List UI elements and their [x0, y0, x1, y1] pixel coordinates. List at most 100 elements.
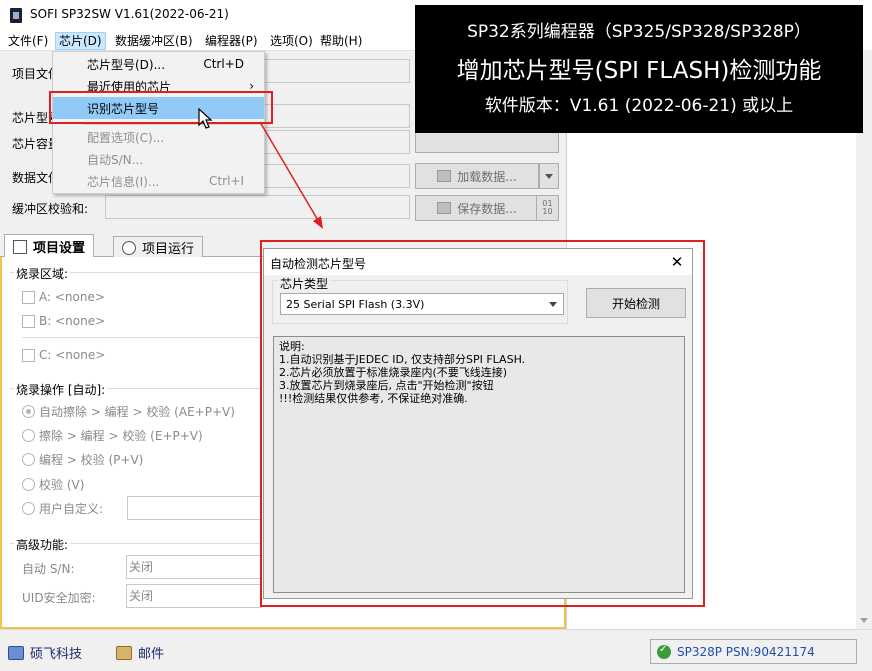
burn-op-auto-label: 自动擦除 > 编程 > 校验 (AE+P+V)	[39, 405, 235, 419]
menu-item-chip-model[interactable]: 芯片型号(D)... Ctrl+D	[53, 53, 264, 75]
description-line: 2.芯片必须放置于标准烧录座内(不要飞线连接)	[279, 366, 508, 379]
menu-chip[interactable]: 芯片(D)	[55, 32, 106, 50]
close-icon[interactable]: ✕	[666, 251, 688, 273]
banner-line-2: 增加芯片型号(SPI FLASH)检测功能	[456, 58, 822, 84]
description-line: 3.放置芯片到烧录座后, 点击"开始检测"按钮	[279, 379, 494, 392]
load-data-dropdown[interactable]	[539, 163, 559, 189]
chip-type-label: 芯片类型	[278, 275, 331, 292]
burn-area-c-label: C: <none>	[39, 348, 106, 362]
folder-icon	[437, 170, 452, 182]
menu-separator	[83, 124, 263, 125]
connected-icon	[657, 644, 671, 659]
status-bar: 硕飞科技 邮件 SP328P PSN:90421174	[0, 629, 872, 671]
burn-op-auto[interactable]: 自动擦除 > 编程 > 校验 (AE+P+V)	[22, 403, 235, 420]
tab-project-run-label: 项目运行	[142, 242, 195, 257]
menu-item-auto-sn-label: 自动S/N...	[87, 152, 144, 167]
menu-item-config-options-label: 配置选项(C)...	[87, 130, 165, 145]
burn-area-b-label: B: <none>	[39, 314, 106, 328]
burn-area-title: 烧录区域:	[14, 265, 71, 282]
banner-line-1: SP32系列编程器（SP325/SP328/SP328P）	[467, 22, 811, 42]
dialog-title: 自动检测芯片型号	[270, 257, 367, 271]
chip-type-value: 25 Serial SPI Flash (3.3V)	[286, 297, 425, 311]
run-icon	[122, 240, 136, 255]
tab-project-run[interactable]: 项目运行	[113, 236, 204, 258]
checkbox[interactable]	[22, 314, 35, 328]
checkbox[interactable]	[22, 348, 35, 362]
dialog-titlebar: 自动检测芯片型号 ✕	[264, 249, 692, 275]
burn-op-v[interactable]: 校验 (V)	[22, 476, 84, 493]
burn-op-v-label: 校验 (V)	[39, 478, 85, 492]
chip-type-select[interactable]: 25 Serial SPI Flash (3.3V)	[280, 293, 564, 315]
uid-encrypt-field[interactable]: 关闭	[126, 584, 262, 608]
auto-sn-field[interactable]: 关闭	[126, 555, 262, 579]
menu-item-config-options[interactable]: 配置选项(C)...	[53, 126, 264, 148]
start-detect-button[interactable]: 开始检测	[586, 288, 686, 318]
menu-item-chip-info[interactable]: 芯片信息(I)... Ctrl+I	[53, 170, 264, 192]
burn-area-c[interactable]: C: <none>	[22, 348, 105, 362]
settings-icon	[13, 239, 27, 254]
burn-op-custom[interactable]: 用户自定义:	[22, 500, 103, 517]
chevron-down-icon	[549, 302, 557, 307]
auto-detect-dialog: 自动检测芯片型号 ✕ 芯片类型 25 Serial SPI Flash (3.3…	[263, 248, 693, 599]
radio-button[interactable]	[22, 429, 35, 442]
description-line: 1.自动识别基于JEDEC ID, 仅支持部分SPI FLASH.	[279, 353, 526, 366]
annotation-frame-menu	[49, 91, 273, 124]
menu-buffer[interactable]: 数据缓冲区(B)	[112, 32, 196, 50]
burn-area-b[interactable]: B: <none>	[22, 314, 105, 328]
load-data-button[interactable]: 加载数据...	[415, 163, 539, 189]
checkbox[interactable]	[22, 290, 35, 304]
company-link[interactable]: 硕飞科技	[8, 643, 82, 662]
custom-op-field[interactable]	[127, 496, 262, 520]
save-data-button[interactable]: 保存数据...	[415, 195, 539, 221]
hex-view-button[interactable]: 01 10	[536, 195, 559, 221]
advanced-title: 高级功能:	[14, 536, 71, 553]
save-icon	[437, 202, 452, 214]
company-link-label: 硕飞科技	[30, 647, 83, 662]
tab-project-settings[interactable]: 项目设置	[4, 234, 95, 258]
menu-options[interactable]: 选项(O)	[267, 32, 316, 50]
buffer-checksum-field	[105, 195, 410, 219]
uid-encrypt-label: UID安全加密:	[22, 591, 96, 605]
menu-item-auto-sn[interactable]: 自动S/N...	[53, 148, 264, 170]
announcement-banner: SP32系列编程器（SP325/SP328/SP328P） 增加芯片型号(SPI…	[415, 5, 863, 133]
menu-help[interactable]: 帮助(H)	[317, 32, 365, 50]
save-data-label: 保存数据...	[457, 201, 517, 216]
burn-op-custom-label: 用户自定义:	[39, 502, 104, 516]
device-status: SP328P PSN:90421174	[650, 639, 857, 664]
device-status-text: SP328P PSN:90421174	[677, 644, 815, 659]
log-scrollbar[interactable]	[856, 50, 872, 629]
mail-link-label: 邮件	[138, 647, 165, 662]
shortcut-ctrl-d: Ctrl+D	[203, 57, 244, 71]
burn-area-a-label: A: <none>	[39, 290, 105, 304]
chevron-down-icon	[545, 173, 553, 179]
shortcut-ctrl-i: Ctrl+I	[209, 174, 244, 188]
burn-op-pv[interactable]: 编程 > 校验 (P+V)	[22, 451, 143, 468]
burn-op-pv-label: 编程 > 校验 (P+V)	[39, 453, 144, 467]
menu-file[interactable]: 文件(F)	[5, 32, 51, 50]
mail-icon	[116, 645, 132, 660]
load-data-label: 加载数据...	[457, 169, 517, 184]
radio-button[interactable]	[22, 502, 35, 515]
home-icon	[8, 645, 24, 660]
radio-button[interactable]	[22, 453, 35, 466]
app-icon	[10, 8, 22, 23]
tab-project-settings-label: 项目设置	[33, 241, 86, 256]
menu-item-chip-model-label: 芯片型号(D)...	[87, 57, 166, 72]
banner-line-3: 软件版本：V1.61 (2022-06-21) 或以上	[484, 96, 794, 116]
menu-programmer[interactable]: 编程器(P)	[202, 32, 261, 50]
buffer-checksum-label: 缓冲区校验和:	[12, 202, 89, 216]
description-line: 说明:	[279, 340, 305, 353]
description-box: 说明: 1.自动识别基于JEDEC ID, 仅支持部分SPI FLASH. 2.…	[273, 336, 685, 593]
auto-sn-label: 自动 S/N:	[22, 562, 75, 576]
menu-item-chip-info-label: 芯片信息(I)...	[87, 174, 160, 189]
mail-link[interactable]: 邮件	[116, 643, 164, 662]
burn-area-separator	[22, 337, 260, 338]
mouse-cursor-icon	[198, 108, 213, 129]
burn-op-epv[interactable]: 擦除 > 编程 > 校验 (E+P+V)	[22, 427, 203, 444]
burn-area-a[interactable]: A: <none>	[22, 290, 105, 304]
radio-button[interactable]	[22, 405, 35, 418]
radio-button[interactable]	[22, 478, 35, 491]
burn-ops-title: 烧录操作 [自动]:	[14, 381, 108, 398]
burn-op-epv-label: 擦除 > 编程 > 校验 (E+P+V)	[39, 429, 203, 443]
window-title: SOFI SP32SW V1.61(2022-06-21)	[30, 7, 229, 21]
